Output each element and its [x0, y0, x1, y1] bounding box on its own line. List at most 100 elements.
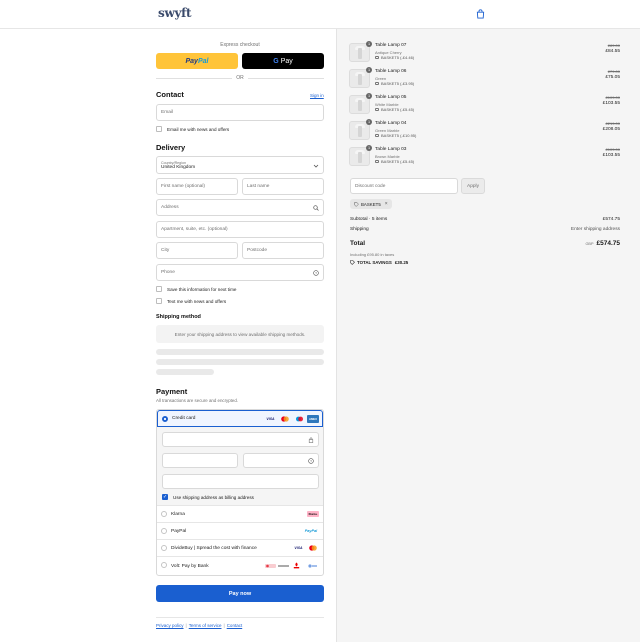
delivery-heading: Delivery	[156, 143, 186, 152]
cart-item: 1 Table Lamp 04 Green Marble BASKET5 (-£10.…	[349, 118, 620, 140]
last-name-field[interactable]: Last name	[242, 178, 324, 195]
shipping-value: Enter shipping address	[570, 227, 620, 232]
expiry-field[interactable]	[162, 453, 238, 468]
security-code-field[interactable]: ?	[243, 453, 319, 468]
tag-icon	[375, 55, 379, 60]
radio-selected[interactable]	[162, 416, 168, 422]
save-info-checkbox[interactable]: Save this information for next time	[156, 286, 236, 292]
currency-code: GBP	[585, 242, 594, 246]
last-name-placeholder: Last name	[247, 184, 270, 189]
radio[interactable]	[161, 528, 167, 534]
city-field[interactable]: City	[156, 242, 238, 259]
radio[interactable]	[161, 545, 167, 551]
radio[interactable]	[161, 562, 167, 568]
checkbox-box[interactable]	[156, 286, 162, 292]
santander-icon	[293, 562, 300, 568]
pay-now-button[interactable]: Pay now	[156, 585, 324, 602]
item-discount-label: BASKET5 (-£5.45)	[381, 107, 415, 112]
savings-label: TOTAL SAVINGS	[357, 260, 392, 265]
amex-icon: AMEX	[307, 415, 319, 423]
tag-icon	[375, 107, 379, 112]
name-on-card-field[interactable]	[162, 474, 319, 489]
cart-item: 1 Table Lamp 03 Brown Marble BASKET5 (-£5.4…	[349, 144, 620, 166]
order-summary: 1 Table Lamp 07 Antique Cherry BASKET5 (-£4…	[336, 29, 640, 642]
country-select[interactable]: Country/Region United Kingdom	[156, 156, 324, 174]
visa-icon: VISA	[294, 546, 303, 550]
checkbox-box[interactable]	[156, 126, 162, 132]
help-circle-icon[interactable]: ?	[308, 458, 314, 464]
first-name-field[interactable]: First name (optional)	[156, 178, 238, 195]
klarna-logo-icon: Klarna.	[307, 511, 319, 517]
billing-same-label: Use shipping address as billing address	[173, 494, 254, 500]
applied-code: BASKET5	[361, 201, 381, 207]
shipping-label: Shipping	[350, 227, 369, 232]
paypal-option-label: PayPal	[171, 528, 187, 534]
volt-option[interactable]: Volt: Pay by Bank	[157, 556, 323, 576]
item-price: £84.55	[605, 49, 620, 54]
checkbox-checked[interactable]: ✓	[162, 494, 168, 500]
klarna-option[interactable]: Klarna Klarna.	[157, 505, 323, 522]
google-pay-button[interactable]: G Pay	[242, 53, 324, 69]
product-thumbnail: 1	[349, 67, 372, 88]
paypal-logo-icon: PayPal	[304, 529, 318, 533]
terms-of-service-link[interactable]: Terms of service	[189, 623, 222, 628]
store-logo[interactable]: swyft	[158, 6, 192, 20]
phone-field[interactable]: Phone ?	[156, 264, 324, 281]
postcode-field[interactable]: Postcode	[242, 242, 324, 259]
shipping-skeleton-line	[156, 369, 214, 375]
paypal-option[interactable]: PayPal PayPal	[157, 522, 323, 539]
contact-link[interactable]: Contact	[227, 623, 243, 628]
text-news-checkbox[interactable]: Text me with news and offers	[156, 298, 226, 304]
product-name: Table Lamp 03	[375, 147, 407, 152]
apply-discount-button[interactable]: Apply	[461, 178, 485, 194]
address-field[interactable]: Address	[156, 199, 324, 216]
dividebuy-label: DivideBuy | Spread the cost with finance	[171, 545, 257, 551]
search-icon	[313, 205, 319, 211]
paypal-label-pal: Pal	[197, 57, 209, 65]
total-value: £574.75	[596, 240, 621, 247]
checkbox-box[interactable]	[156, 298, 162, 304]
billing-same-checkbox[interactable]: ✓ Use shipping address as billing address	[162, 494, 254, 500]
discount-code-field[interactable]: Discount code	[350, 178, 458, 194]
card-number-field[interactable]	[162, 432, 319, 447]
email-field[interactable]: Email	[156, 104, 324, 121]
item-price: £103.55	[602, 101, 620, 106]
item-price: £208.05	[602, 127, 620, 132]
maestro-icon	[295, 416, 304, 422]
sign-in-link[interactable]: Sign in	[310, 93, 324, 98]
quantity-badge: 1	[366, 41, 372, 47]
item-discount-label: BASKET5 (-£5.45)	[381, 159, 415, 164]
klarna-label: Klarna	[171, 511, 185, 517]
paypal-express-button[interactable]: Pay Pal	[156, 53, 238, 69]
item-discount-label: BASKET5 (-£4.46)	[381, 55, 415, 60]
apartment-field[interactable]: Apartment, suite, etc. (optional)	[156, 221, 324, 238]
credit-card-label: Credit card	[172, 416, 196, 421]
compare-price: £109.00	[605, 147, 620, 152]
dividebuy-option[interactable]: DivideBuy | Spread the cost with finance…	[157, 539, 323, 556]
discount-placeholder: Discount code	[355, 183, 386, 189]
chevron-down-icon	[313, 164, 319, 168]
or-divider: OR	[156, 75, 324, 81]
shipping-note: Enter your shipping address to view avai…	[156, 325, 324, 343]
quantity-badge: 1	[366, 67, 372, 73]
email-news-label: Email me with news and offers	[167, 126, 230, 132]
svg-text:?: ?	[310, 459, 312, 463]
privacy-policy-link[interactable]: Privacy policy	[156, 623, 184, 628]
mastercard-icon	[280, 416, 290, 422]
help-circle-icon[interactable]: ?	[313, 270, 319, 276]
volt-label: Volt: Pay by Bank	[171, 564, 209, 569]
item-discount-label: BASKET5 (-£10.95)	[381, 133, 417, 138]
payment-methods: Credit card VISA AMEX ? ✓ Use shipping ad…	[156, 409, 324, 576]
item-price: £75.05	[605, 75, 620, 80]
compare-price: £79.00	[607, 69, 620, 74]
remove-discount-icon[interactable]: ×	[385, 201, 388, 207]
shopping-bag-icon[interactable]	[476, 9, 485, 19]
email-placeholder: Email	[161, 110, 173, 115]
radio[interactable]	[161, 511, 167, 517]
credit-card-option[interactable]: Credit card VISA AMEX	[157, 410, 323, 427]
footer-divider	[156, 617, 324, 618]
shipping-skeleton-line	[156, 349, 324, 355]
tag-icon	[375, 159, 379, 164]
product-name: Table Lamp 06	[375, 69, 407, 74]
email-news-checkbox[interactable]: Email me with news and offers	[156, 126, 229, 132]
